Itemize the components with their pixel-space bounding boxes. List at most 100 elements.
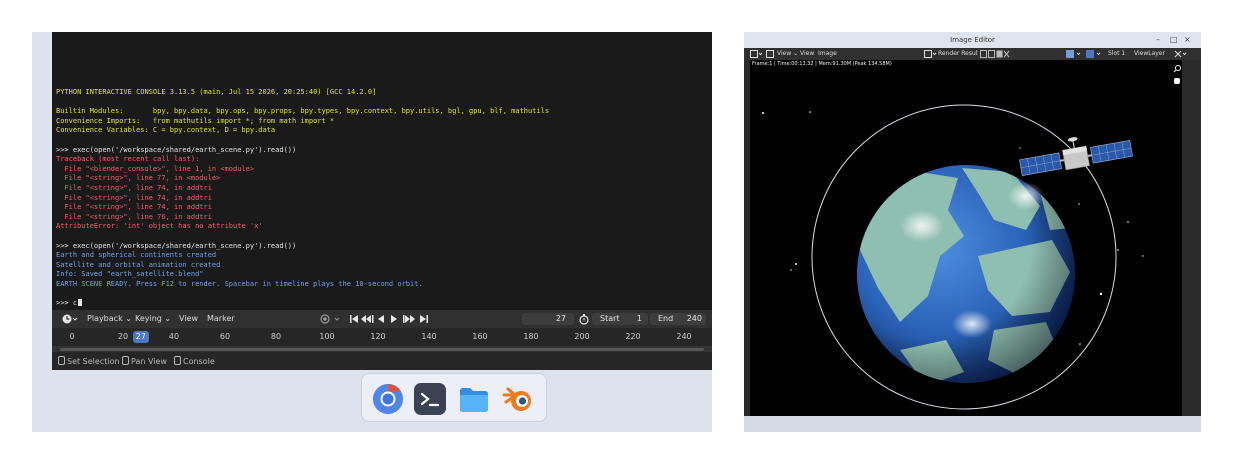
start-label: Start: [600, 314, 620, 323]
view-dropdown[interactable]: View ⌄: [777, 50, 798, 58]
chrome-icon[interactable]: [372, 383, 404, 415]
hint-console-label: Console: [183, 357, 215, 366]
dock: [361, 373, 547, 422]
auto-keying-toggle[interactable]: [318, 313, 344, 325]
close-icon[interactable]: ×: [1184, 32, 1191, 48]
stopwatch-icon[interactable]: [578, 313, 590, 325]
timeline-tick-label: 0: [69, 332, 75, 341]
slot-dropdown[interactable]: Slot 1: [1108, 50, 1125, 58]
console-command-line: >>> exec(open('/workspace/shared/earth_s…: [56, 241, 297, 250]
files-icon[interactable]: [458, 383, 490, 415]
mouse-right-icon: [174, 356, 181, 365]
hint-set-selection: Set Selection: [58, 356, 120, 366]
image-name-field[interactable]: Render Result: [938, 50, 978, 58]
blender-window: PYTHON INTERACTIVE CONSOLE 3.13.5 (main,…: [52, 32, 712, 370]
timeline-tick-label: 140: [421, 332, 437, 341]
timeline-tick-label: 160: [472, 332, 488, 341]
image-editor-screenshot: Image Editor – □ × View ⌄ View Image Ren…: [744, 32, 1201, 432]
satellite: [1019, 137, 1133, 176]
timeline-tick-label: 240: [676, 332, 692, 341]
keying-menu[interactable]: Keying ⌄: [132, 313, 174, 325]
hint-console: Console: [174, 356, 215, 366]
timeline-tick-label: 60: [219, 332, 231, 341]
console-command-line: >>> exec(open('/workspace/shared/earth_s…: [56, 145, 297, 154]
chevron-down-icon: ⌄: [125, 314, 132, 323]
marker-menu[interactable]: Marker: [204, 313, 238, 325]
mouse-middle-icon: [122, 356, 129, 365]
view-layer-dropdown[interactable]: ViewLayer: [1134, 50, 1170, 58]
blender-icon[interactable]: [502, 383, 534, 415]
keying-menu-label: Keying: [135, 314, 162, 323]
playback-controls-icons: [350, 315, 428, 323]
maximize-icon[interactable]: □: [1170, 32, 1178, 48]
start-value: 1: [636, 314, 642, 323]
console-line: Earth and spherical continents created: [56, 251, 217, 260]
console-error-line: File "<string>", line 74, in addtri: [56, 203, 212, 212]
playback-menu[interactable]: Playback ⌄: [84, 313, 135, 325]
timeline-tick-label: 20: [117, 332, 129, 341]
end-label: End: [658, 314, 674, 323]
console-line: Builtin Modules: bpy, bpy.data, bpy.ops,…: [56, 107, 550, 116]
clock-icon: [62, 314, 78, 324]
view-layer-label: ViewLayer: [1134, 50, 1165, 57]
console-line: Satellite and orbital animation created: [56, 260, 221, 269]
earth-globe: [857, 165, 1075, 383]
image-editor-sidebar: [1182, 60, 1201, 416]
image-icon: [750, 50, 763, 58]
render-result-canvas[interactable]: Frame:1 | Time:00:13.32 | Mem:91.30M (Pe…: [750, 60, 1182, 416]
timeline-tick-label: 180: [523, 332, 539, 341]
timeline-tick-label: 100: [319, 332, 335, 341]
console-error-line: File "<string>", line 74, in addtri: [56, 183, 212, 192]
current-frame-field[interactable]: 27: [522, 313, 574, 325]
chevron-down-icon: ⌄: [164, 314, 172, 323]
hint-set-selection-label: Set Selection: [67, 357, 120, 366]
render-image: [762, 65, 1181, 410]
playback-controls: [348, 313, 430, 325]
timeline-tick-label: 200: [574, 332, 590, 341]
image-menu[interactable]: Image: [818, 50, 837, 58]
console-error-line: File "<blender_console>", line 1, in <mo…: [56, 164, 255, 173]
timeline-ruler[interactable]: 27 0 20 40 60 80 100 120 140 160 180 200 220 240: [52, 328, 712, 346]
end-frame-field[interactable]: End 240: [650, 313, 706, 325]
record-icon: [320, 314, 340, 324]
view-menu[interactable]: View: [800, 50, 814, 58]
view-menu[interactable]: View: [176, 313, 201, 325]
console-line: EARTH SCENE READY. Press F12 to render. …: [56, 279, 423, 288]
minimize-icon[interactable]: –: [1156, 32, 1160, 48]
console-output: PYTHON INTERACTIVE CONSOLE 3.13.5 (main,…: [56, 88, 712, 299]
console-line: Convenience Variables: C = bpy.context, …: [56, 126, 276, 135]
pan-hand-icon[interactable]: [1174, 78, 1180, 84]
start-frame-field[interactable]: Start 1: [592, 313, 648, 325]
window-title: Image Editor: [950, 36, 995, 44]
zoom-icon[interactable]: [1173, 65, 1181, 73]
mouse-left-icon: [58, 356, 65, 365]
timeline-tick-label: 220: [625, 332, 641, 341]
status-bar: Set Selection Pan View Console: [52, 352, 712, 370]
console-line: PYTHON INTERACTIVE CONSOLE 3.13.5 (main,…: [56, 88, 377, 96]
console-prompt[interactable]: >>> c: [56, 299, 712, 309]
image-editor-bottom-bar: [744, 416, 1201, 432]
console-line: Convenience Imports: from mathutils impo…: [56, 116, 335, 125]
image-editor-titlebar: Image Editor – □ ×: [744, 32, 1201, 48]
image-action-icons: [980, 50, 1010, 58]
timeline-tick-label: 80: [270, 332, 282, 341]
console-error-line: File "<string>", line 77, in <module>: [56, 174, 221, 183]
console-error-line: File "<string>", line 76, in addtri: [56, 212, 212, 221]
console-error-line: AttributeError: 'int' object has no attr…: [56, 222, 263, 231]
console-error-line: File "<string>", line 74, in addtri: [56, 193, 212, 202]
console-error-line: Traceback (most recent call last):: [56, 155, 200, 164]
editor-type-dropdown[interactable]: [58, 313, 78, 325]
console-prompt-text: >>> c: [56, 299, 78, 308]
blender-screenshot: PYTHON INTERACTIVE CONSOLE 3.13.5 (main,…: [32, 32, 712, 432]
timeline-tick-label: 120: [370, 332, 386, 341]
end-value: 240: [686, 314, 702, 323]
playback-menu-label: Playback: [87, 314, 123, 323]
view-dropdown-label: View: [777, 50, 792, 57]
python-console[interactable]: PYTHON INTERACTIVE CONSOLE 3.13.5 (main,…: [52, 32, 712, 310]
terminal-icon[interactable]: [414, 383, 446, 415]
console-line: Info: Saved "earth_satellite.blend": [56, 270, 204, 279]
text-cursor: [78, 299, 83, 307]
